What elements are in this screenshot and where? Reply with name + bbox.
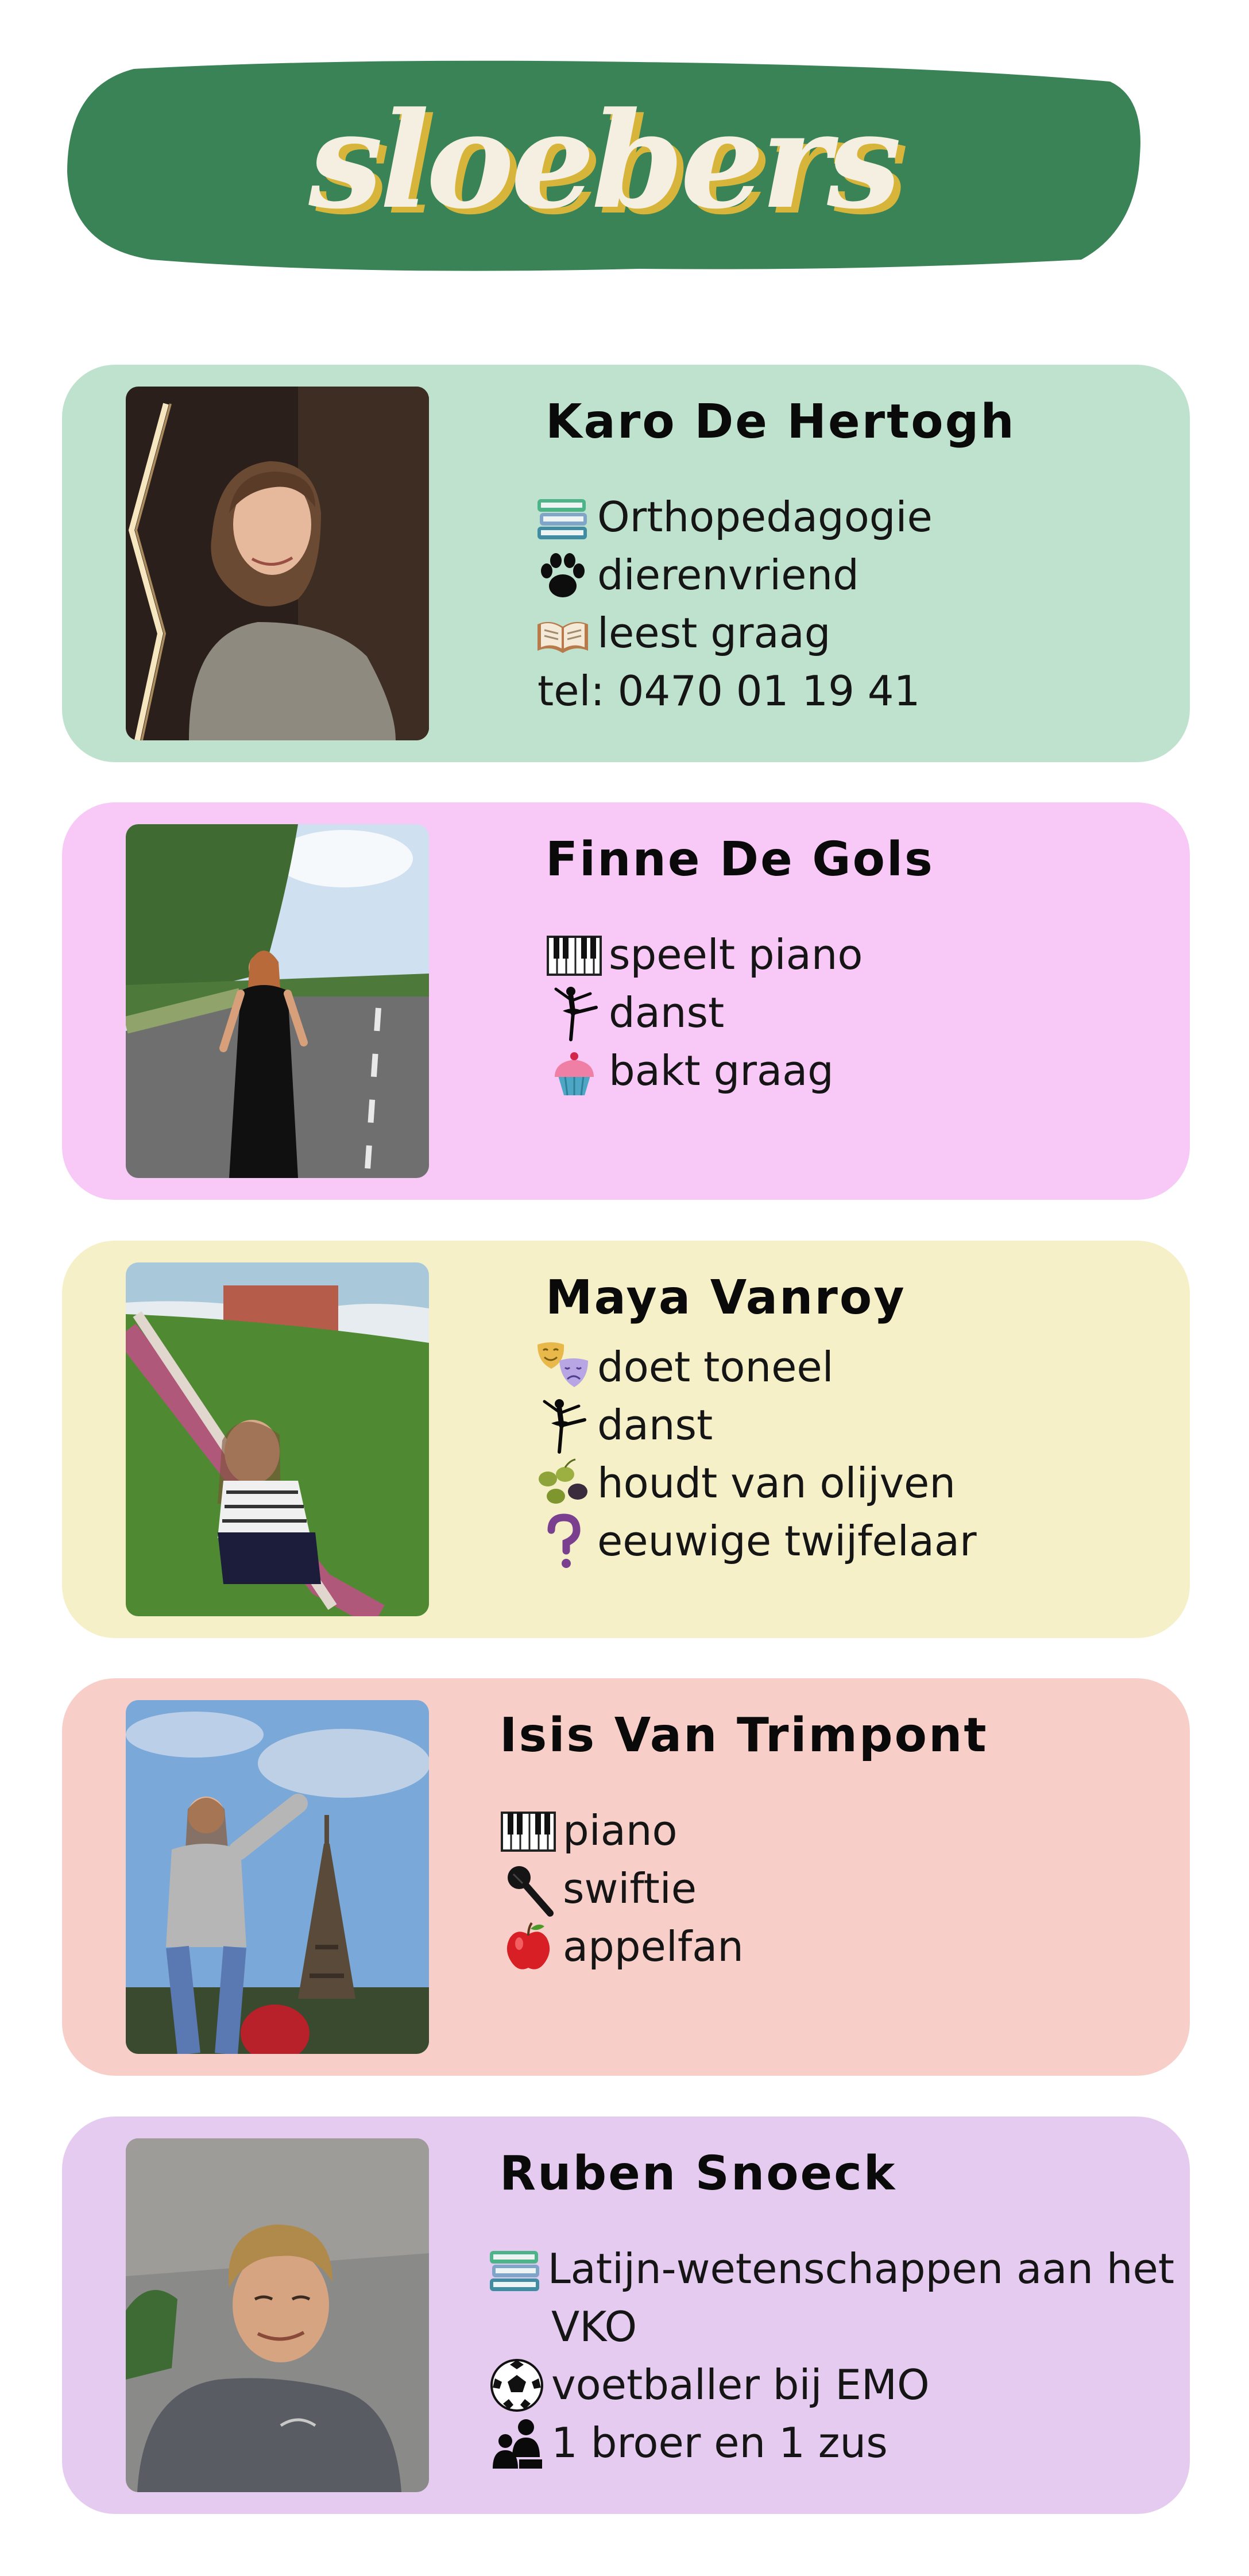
piano-icon	[540, 926, 609, 984]
member-info: speelt piano danst bakt graag	[540, 926, 863, 1100]
info-text: appelfan	[563, 1922, 744, 1971]
info-line: tel: 0470 01 19 41	[528, 662, 933, 720]
member-info: Orthopedagogie dierenvriend leest graag …	[528, 488, 933, 720]
books-icon	[528, 488, 597, 546]
member-name: Karo De Hertogh	[546, 395, 1016, 449]
cupcake-icon	[540, 1042, 609, 1100]
member-card-karo: Karo De Hertogh Orthopedagogie dierenvri…	[62, 365, 1190, 762]
info-line: Latijn-wetenschappen aan het	[482, 2240, 1174, 2298]
dancer-icon	[540, 984, 609, 1042]
info-text: Latijn-wetenschappen aan het	[547, 2245, 1174, 2293]
info-line: houdt van olijven	[528, 1454, 977, 1512]
info-text: piano	[563, 1806, 678, 1855]
info-text: dierenvriend	[597, 551, 859, 599]
info-text: eeuwige twijfelaar	[597, 1517, 977, 1565]
soccer-ball-icon	[482, 2356, 551, 2414]
member-name: Ruben Snoeck	[500, 2146, 897, 2201]
info-line: swiftie	[494, 1860, 744, 1918]
microphone-icon	[494, 1860, 563, 1918]
info-text: Orthopedagogie	[597, 493, 933, 541]
info-text: leest graag	[597, 609, 831, 657]
member-name: Finne De Gols	[546, 832, 934, 887]
info-text: doet toneel	[597, 1343, 834, 1391]
member-info: Latijn-wetenschappen aan het VKO voetbal…	[482, 2240, 1174, 2472]
info-text: danst	[597, 1401, 713, 1449]
apple-icon	[494, 1918, 563, 1976]
header-banner: sloebers	[65, 57, 1142, 276]
member-card-ruben: Ruben Snoeck Latijn-wetenschappen aan he…	[62, 2117, 1190, 2514]
info-text: VKO	[551, 2303, 637, 2351]
member-card-maya: Maya Vanroy doet toneel danst houdt van …	[62, 1241, 1190, 1638]
info-line: dierenvriend	[528, 546, 933, 604]
info-text: bakt graag	[609, 1046, 834, 1095]
member-card-isis: Isis Van Trimpont piano swiftie appelfan	[62, 1678, 1190, 2076]
info-line: danst	[528, 1396, 977, 1454]
member-card-finne: Finne De Gols speelt piano danst bakt gr…	[62, 802, 1190, 1200]
info-text: danst	[609, 988, 725, 1037]
info-text: 1 broer en 1 zus	[551, 2419, 888, 2467]
info-line: danst	[540, 984, 863, 1042]
theater-masks-icon	[528, 1338, 597, 1396]
info-line: speelt piano	[540, 926, 863, 984]
info-line: appelfan	[494, 1918, 744, 1976]
question-mark-icon	[528, 1512, 597, 1570]
member-photo	[126, 824, 429, 1178]
info-line: VKO	[482, 2298, 1174, 2356]
family-icon	[482, 2414, 551, 2472]
info-line: 1 broer en 1 zus	[482, 2414, 1174, 2472]
open-book-icon	[528, 604, 597, 662]
info-text: swiftie	[563, 1864, 697, 1913]
member-photo	[126, 2138, 429, 2492]
olives-icon	[528, 1454, 597, 1512]
member-name: Maya Vanroy	[546, 1270, 906, 1325]
info-line: voetballer bij EMO	[482, 2356, 1174, 2414]
member-photo	[126, 1700, 429, 2054]
info-text: speelt piano	[609, 930, 863, 979]
info-line: piano	[494, 1802, 744, 1860]
info-line: eeuwige twijfelaar	[528, 1512, 977, 1570]
info-line: bakt graag	[540, 1042, 863, 1100]
books-icon	[482, 2240, 548, 2298]
member-info: doet toneel danst houdt van olijven eeuw…	[528, 1338, 977, 1570]
member-photo	[126, 387, 429, 740]
dancer-icon	[528, 1396, 597, 1454]
page-title: sloebers	[308, 83, 901, 238]
info-text: houdt van olijven	[597, 1459, 956, 1507]
info-line: doet toneel	[528, 1338, 977, 1396]
phone-number: tel: 0470 01 19 41	[538, 667, 921, 715]
member-info: piano swiftie appelfan	[494, 1802, 744, 1976]
paw-icon	[528, 546, 597, 604]
member-name: Isis Van Trimpont	[500, 1708, 988, 1763]
piano-icon	[494, 1802, 563, 1860]
info-text: voetballer bij EMO	[551, 2361, 930, 2409]
member-photo	[126, 1262, 429, 1616]
info-line: Orthopedagogie	[528, 488, 933, 546]
info-line: leest graag	[528, 604, 933, 662]
